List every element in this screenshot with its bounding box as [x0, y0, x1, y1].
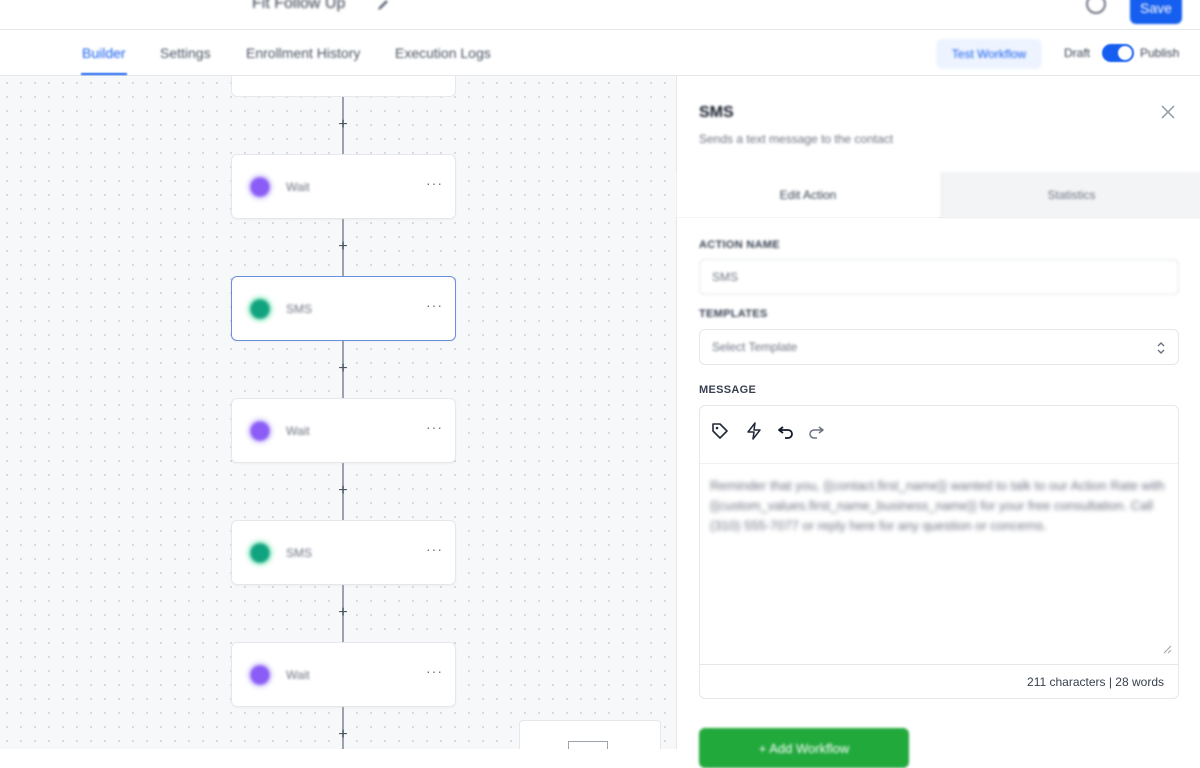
redo-icon[interactable]	[806, 421, 826, 441]
more-options-icon[interactable]: ···	[426, 175, 443, 191]
editor-footer: 211 characters | 28 words	[700, 664, 1178, 698]
more-options-icon[interactable]: ···	[426, 541, 443, 557]
publish-label: Publish	[1140, 46, 1180, 60]
message-label: MESSAGE	[699, 384, 757, 396]
tabs-bar: Builder Settings Enrollment History Exec…	[0, 31, 1200, 76]
close-icon[interactable]	[1159, 103, 1177, 121]
add-step-icon[interactable]: +	[336, 483, 350, 499]
action-name-input[interactable]: SMS	[699, 259, 1179, 295]
node-label: SMS	[286, 546, 313, 560]
undo-icon[interactable]	[776, 421, 796, 441]
resize-grip-icon[interactable]	[1162, 644, 1172, 654]
template-placeholder: Select Template	[712, 340, 798, 354]
clock-icon	[250, 665, 270, 685]
workflow-title[interactable]: Fit Follow Up	[252, 0, 345, 13]
node-label: SMS	[286, 302, 313, 316]
action-panel: SMS Sends a text message to the contact …	[676, 76, 1200, 768]
workflow-node-sms[interactable]: SMS ···	[231, 276, 456, 341]
workflow-node[interactable]	[231, 76, 456, 97]
workflow-node-sms[interactable]: SMS ···	[231, 520, 456, 585]
node-label: Wait	[286, 424, 310, 438]
tab-settings[interactable]: Settings	[160, 45, 211, 61]
draft-label: Draft	[1064, 46, 1091, 60]
message-editor[interactable]: Reminder that you, {{contact.first_name}…	[699, 405, 1179, 699]
node-label: Wait	[286, 180, 310, 194]
message-icon	[250, 543, 270, 563]
panel-tabs: Edit Action Statistics	[677, 172, 1200, 218]
add-step-icon[interactable]: +	[336, 239, 350, 255]
tab-enrollment-history[interactable]: Enrollment History	[246, 45, 360, 61]
tag-icon[interactable]	[710, 421, 730, 441]
top-bar: Fit Follow Up Save	[0, 0, 1200, 30]
more-options-icon[interactable]: ···	[426, 663, 443, 679]
panel-subtitle: Sends a text message to the contact	[699, 132, 894, 146]
minimap[interactable]	[519, 720, 661, 749]
chevron-updown-icon	[1157, 342, 1165, 354]
save-button[interactable]: Save	[1130, 0, 1182, 24]
minimap-viewport[interactable]	[568, 741, 608, 749]
more-options-icon[interactable]: ···	[426, 297, 443, 313]
message-text[interactable]: Reminder that you, {{contact.first_name}…	[710, 476, 1165, 536]
node-label: Wait	[286, 668, 310, 682]
lightning-icon[interactable]	[744, 421, 764, 441]
tab-statistics[interactable]: Statistics	[941, 172, 1200, 218]
template-label: TEMPLATES	[699, 308, 768, 320]
edit-icon[interactable]	[376, 0, 390, 12]
action-name-value: SMS	[712, 270, 739, 284]
add-step-icon[interactable]: +	[336, 361, 350, 377]
publish-toggle[interactable]	[1102, 44, 1134, 62]
workflow-node-wait[interactable]: Wait ···	[231, 642, 456, 707]
tab-edit-action[interactable]: Edit Action	[677, 172, 939, 218]
more-options-icon[interactable]: ···	[426, 419, 443, 435]
workflow-node-wait[interactable]: Wait ···	[231, 398, 456, 463]
clock-icon	[250, 421, 270, 441]
workflow-canvas[interactable]: + Wait ··· + SMS ··· + Wait ··· + SMS ··…	[0, 76, 676, 749]
clock-icon	[250, 177, 270, 197]
add-step-icon[interactable]: +	[336, 117, 350, 133]
tab-execution-logs[interactable]: Execution Logs	[395, 45, 491, 61]
help-icon[interactable]	[1086, 0, 1106, 14]
tab-builder[interactable]: Builder	[82, 45, 126, 61]
add-workflow-button[interactable]: + Add Workflow	[699, 728, 909, 768]
add-step-icon[interactable]: +	[336, 727, 350, 743]
active-tab-indicator	[81, 73, 127, 75]
test-workflow-button[interactable]: Test Workflow	[936, 39, 1042, 69]
panel-title: SMS	[699, 104, 734, 121]
template-select[interactable]: Select Template	[699, 329, 1179, 365]
message-icon	[250, 299, 270, 319]
workflow-node-wait[interactable]: Wait ···	[231, 154, 456, 219]
action-name-label: ACTION NAME	[699, 239, 780, 251]
editor-toolbar	[700, 406, 1178, 464]
character-counter: 211 characters | 28 words	[1027, 675, 1164, 689]
add-step-icon[interactable]: +	[336, 605, 350, 621]
